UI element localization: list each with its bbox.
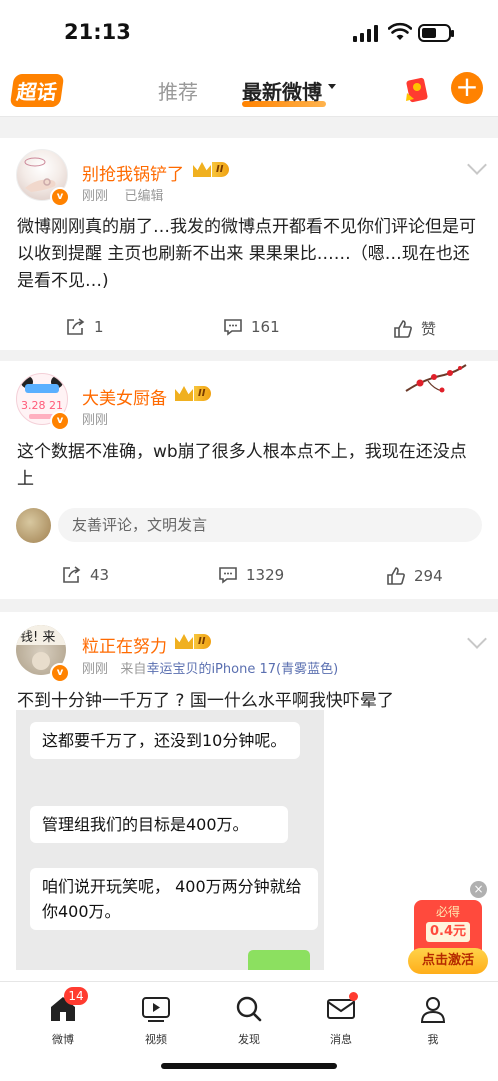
like-button[interactable]: 赞 bbox=[393, 318, 436, 339]
verified-badge-icon: v bbox=[50, 663, 70, 683]
caret-down-icon[interactable] bbox=[328, 84, 336, 89]
tab-messages[interactable]: 消息 bbox=[311, 994, 371, 1047]
post-username[interactable]: 大美女厨备 bbox=[82, 384, 167, 409]
chevron-down-icon[interactable] bbox=[467, 629, 487, 649]
repost-button[interactable]: 1 bbox=[66, 318, 104, 336]
crown-icon bbox=[175, 386, 193, 401]
verified-badge-icon: v bbox=[50, 187, 70, 207]
home-notification-badge: 14 bbox=[64, 987, 88, 1005]
red-packet-body: 必得 0.4元 bbox=[414, 900, 482, 954]
chaohua-button[interactable]: 超话 bbox=[9, 74, 65, 107]
comment-icon bbox=[219, 567, 237, 584]
member-level-badge[interactable]: II bbox=[193, 161, 230, 178]
thumbs-up-icon bbox=[387, 567, 405, 585]
chat-bubble: 这都要千万了，还没到10分钟呢。 bbox=[30, 722, 300, 759]
search-icon bbox=[236, 996, 262, 1022]
repost-button[interactable]: 43 bbox=[62, 566, 109, 584]
post-actions: 1 161 赞 bbox=[0, 318, 498, 342]
post-meta: 刚刚 bbox=[82, 413, 109, 428]
home-indicator[interactable] bbox=[161, 1063, 337, 1069]
svg-text:钱! 来: 钱! 来 bbox=[20, 630, 55, 645]
profile-icon bbox=[420, 997, 446, 1023]
comment-button[interactable]: 161 bbox=[223, 318, 280, 336]
red-packet-icon[interactable] bbox=[404, 75, 430, 103]
my-avatar bbox=[16, 508, 51, 543]
post-text: 这个数据不准确，wb崩了很多人根本点不上，我现在还没点上 bbox=[17, 442, 467, 489]
chevron-down-icon[interactable] bbox=[467, 155, 487, 175]
post-username[interactable]: 别抢我锅铲了 bbox=[82, 160, 184, 185]
tab-discover[interactable]: 发现 bbox=[219, 994, 279, 1047]
crown-icon bbox=[193, 162, 211, 177]
top-navigation: 超话 推荐 最新微博 + bbox=[0, 64, 498, 116]
chat-screenshot-image[interactable]: 这都要千万了，还没到10分钟呢。 管理组我们的目标是400万。 咱们说开玩笑呢，… bbox=[16, 710, 324, 970]
chat-bubble: 咱们说开玩笑呢， 400万两分钟就给你400万。 bbox=[30, 868, 318, 930]
chat-bubble-outgoing bbox=[248, 950, 310, 970]
tab-latest-weibo[interactable]: 最新微博 bbox=[242, 76, 322, 105]
status-time: 21:13 bbox=[64, 20, 131, 44]
chat-bubble: 管理组我们的目标是400万。 bbox=[30, 806, 288, 843]
post-actions: 43 1329 294 bbox=[0, 566, 498, 590]
post-card[interactable]: v 别抢我锅铲了 II 刚刚 已编辑 微博刚刚真的崩了…我发的微博点开都看不见你… bbox=[0, 138, 498, 350]
comment-box: 友善评论，文明发言 bbox=[16, 508, 482, 544]
compose-plus-button[interactable]: + bbox=[451, 72, 483, 104]
repost-icon bbox=[67, 318, 85, 335]
thumbs-up-icon bbox=[394, 319, 412, 338]
comment-input[interactable]: 友善评论，文明发言 bbox=[58, 508, 482, 542]
wifi-icon bbox=[388, 22, 412, 40]
close-icon[interactable]: × bbox=[470, 881, 487, 898]
status-bar: 21:13 bbox=[0, 0, 498, 64]
svg-text:3.28 21: 3.28 21 bbox=[21, 399, 63, 412]
post-meta: 刚刚 来自幸运宝贝的iPhone 17(青雾蓝色) bbox=[82, 662, 339, 677]
cellular-signal-icon bbox=[353, 24, 378, 42]
repost-icon bbox=[63, 566, 81, 583]
tab-recommend[interactable]: 推荐 bbox=[158, 76, 198, 105]
battery-icon bbox=[418, 24, 454, 42]
like-button[interactable]: 294 bbox=[386, 566, 443, 586]
member-level-badge[interactable]: II bbox=[175, 385, 212, 402]
post-meta: 刚刚 已编辑 bbox=[82, 189, 164, 204]
floating-red-packet[interactable]: 必得 0.4元 点击激活 bbox=[408, 900, 488, 974]
comment-icon bbox=[224, 319, 242, 336]
video-icon bbox=[142, 997, 170, 1022]
tab-me[interactable]: 我 bbox=[403, 994, 463, 1047]
post-card[interactable]: 3.28 21 v 大美女厨备 II 刚刚 这个数据不准确，wb崩了很多人根本点… bbox=[0, 361, 498, 599]
battery-level bbox=[422, 28, 436, 38]
plum-blossom-decoration-icon bbox=[405, 364, 467, 393]
message-unread-dot bbox=[349, 992, 358, 1001]
divider bbox=[0, 116, 498, 117]
crown-icon bbox=[175, 634, 193, 649]
post-username[interactable]: 粒正在努力 bbox=[82, 632, 167, 657]
activate-button[interactable]: 点击激活 bbox=[408, 948, 488, 974]
post-source-link[interactable]: 幸运宝贝的iPhone 17(青雾蓝色) bbox=[146, 662, 338, 677]
post-text: 微博刚刚真的崩了…我发的微博点开都看不见你们评论但是可以收到提醒 主页也刷新不出… bbox=[17, 217, 476, 291]
comment-button[interactable]: 1329 bbox=[218, 566, 284, 584]
red-packet-amount: 0.4元 bbox=[426, 922, 470, 942]
member-level-badge[interactable]: II bbox=[175, 633, 212, 650]
tab-video[interactable]: 视频 bbox=[126, 994, 186, 1047]
verified-badge-icon: v bbox=[50, 411, 70, 431]
